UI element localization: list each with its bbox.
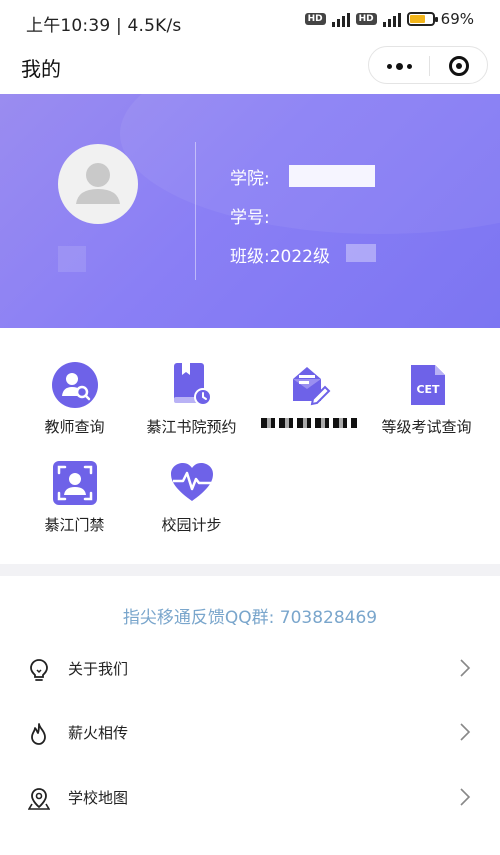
battery-icon [406,12,438,26]
lightbulb-icon [30,659,48,681]
status-icons: HD HD 69% [304,10,474,28]
signal-icon-2 [382,12,401,27]
battery-percent: 69% [440,10,474,28]
menu-item-school-map[interactable]: 学校地图 [0,767,500,827]
hd-badge-2: HD [355,13,377,25]
user-name-redacted [58,246,86,272]
hd-badge: HD [304,13,326,25]
service-teacher-search[interactable]: 教师查询 [12,361,137,437]
college-value-redacted [289,165,375,187]
menu-item-about-us[interactable]: 关于我们 [0,638,500,698]
section-divider [0,564,500,576]
access-control-icon [51,459,99,507]
mini-program-capsule [368,46,488,84]
menu-label: 薪火相传 [68,724,129,742]
class-row: 班级:2022级 [230,242,330,267]
service-redacted[interactable] [246,361,371,432]
avatar-placeholder-icon [76,163,120,204]
chevron-right-icon [460,659,471,677]
title-bar: 我的 [0,40,500,94]
class-label: 班级: [230,247,270,267]
more-menu-icon[interactable] [387,63,412,70]
service-book-reservation[interactable]: 綦江书院预约 [129,361,254,437]
signal-icon [331,12,350,27]
service-access-control[interactable]: 綦江门禁 [12,459,137,535]
menu-label: 学校地图 [68,789,129,807]
menu-item-pass-on-torch[interactable]: 薪火相传 [0,702,500,762]
service-label: 綦江门禁 [44,516,105,534]
avatar[interactable] [58,144,138,224]
header-decoration [120,94,500,234]
teacher-search-icon [51,361,99,409]
service-label: 綦江书院预约 [146,418,237,436]
edit-note-icon [285,361,333,409]
status-bar: 上午10:39 | 4.5K/s HD HD 69% [0,0,500,40]
menu-label: 关于我们 [68,660,129,678]
capsule-divider [429,56,430,76]
service-label: 校园计步 [161,516,222,534]
service-label-redacted [260,418,357,428]
service-step-counter[interactable]: 校园计步 [129,459,254,535]
page-title: 我的 [21,57,61,81]
college-row: 学院: [230,164,270,189]
feedback-qq-group: 指尖移通反馈QQ群: 703828469 [122,608,378,628]
class-value: 2022级 [269,247,330,267]
chevron-right-icon [460,788,471,806]
cet-document-icon: CET [403,361,451,409]
heart-pulse-icon [168,459,216,507]
student-id-label: 学号: [230,208,270,228]
service-cet-query[interactable]: CET 等级考试查询 [364,361,489,437]
profile-header: 学院: 学号: 班级:2022级 [0,94,500,328]
chevron-right-icon [460,723,471,741]
college-label: 学院: [230,169,270,189]
service-label: 教师查询 [44,418,105,436]
map-pin-icon [28,788,50,810]
flame-icon [31,723,46,745]
book-clock-icon [168,361,216,409]
service-label: 等级考试查询 [381,418,472,436]
close-program-icon[interactable] [449,56,469,76]
status-time: 上午10:39 | 4.5K/s [26,16,182,36]
svg-text:CET: CET [416,383,440,396]
profile-divider [195,142,196,280]
class-suffix-redacted [346,244,376,262]
student-id-row: 学号: [230,203,270,228]
